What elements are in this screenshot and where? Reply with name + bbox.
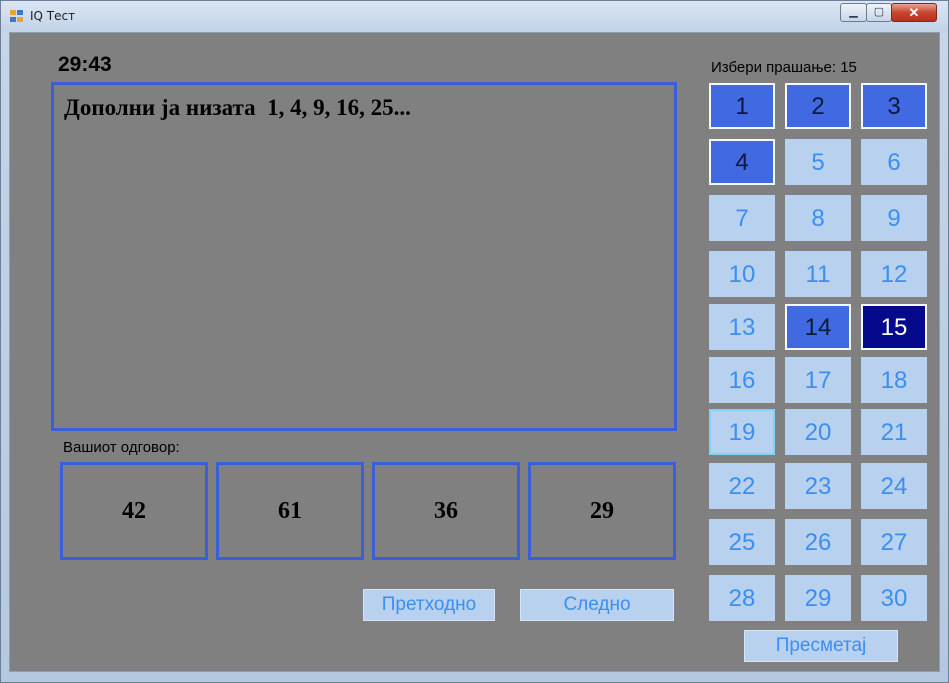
question-button-4[interactable]: 4 (709, 139, 775, 185)
answer-option-1[interactable]: 42 (60, 462, 208, 560)
window-title: IQ Тест (30, 9, 76, 23)
question-button-6[interactable]: 6 (861, 139, 927, 185)
question-button-2[interactable]: 2 (785, 83, 851, 129)
question-button-21[interactable]: 21 (861, 409, 927, 455)
question-button-26[interactable]: 26 (785, 519, 851, 565)
app-icon (10, 10, 23, 22)
question-button-5[interactable]: 5 (785, 139, 851, 185)
question-button-8[interactable]: 8 (785, 195, 851, 241)
answer-option-3[interactable]: 36 (372, 462, 520, 560)
question-selector-label: Избери прашање: 15 (711, 59, 857, 76)
question-button-15[interactable]: 15 (861, 304, 927, 350)
question-button-1[interactable]: 1 (709, 83, 775, 129)
question-button-27[interactable]: 27 (861, 519, 927, 565)
question-button-19[interactable]: 19 (709, 409, 775, 455)
question-button-25[interactable]: 25 (709, 519, 775, 565)
question-button-12[interactable]: 12 (861, 251, 927, 297)
countdown-timer: 29:43 (58, 53, 112, 76)
client-area: 29:43 Дополни ја низата 1, 4, 9, 16, 25.… (9, 32, 940, 672)
minimize-button[interactable]: ▁ (840, 3, 867, 22)
question-button-13[interactable]: 13 (709, 304, 775, 350)
question-button-20[interactable]: 20 (785, 409, 851, 455)
question-button-30[interactable]: 30 (861, 575, 927, 621)
calculate-button[interactable]: Пресметај (744, 630, 898, 662)
maximize-button[interactable]: ▢ (866, 3, 892, 22)
question-button-22[interactable]: 22 (709, 463, 775, 509)
question-button-11[interactable]: 11 (785, 251, 851, 297)
question-button-14[interactable]: 14 (785, 304, 851, 350)
title-bar[interactable]: IQ Тест ▁ ▢ ✕ (1, 1, 948, 31)
question-button-23[interactable]: 23 (785, 463, 851, 509)
question-button-28[interactable]: 28 (709, 575, 775, 621)
app-window: IQ Тест ▁ ▢ ✕ 29:43 Дополни ја низата 1,… (0, 0, 949, 683)
question-text: Дополни ја низата 1, 4, 9, 16, 25... (64, 95, 411, 120)
question-button-18[interactable]: 18 (861, 357, 927, 403)
question-button-7[interactable]: 7 (709, 195, 775, 241)
question-button-9[interactable]: 9 (861, 195, 927, 241)
answer-option-2[interactable]: 61 (216, 462, 364, 560)
close-button[interactable]: ✕ (891, 3, 937, 22)
question-button-16[interactable]: 16 (709, 357, 775, 403)
question-button-3[interactable]: 3 (861, 83, 927, 129)
question-button-29[interactable]: 29 (785, 575, 851, 621)
next-button[interactable]: Следно (520, 589, 674, 621)
answer-option-4[interactable]: 29 (528, 462, 676, 560)
question-button-24[interactable]: 24 (861, 463, 927, 509)
answer-label: Вашиот одговор: (63, 439, 180, 456)
previous-button[interactable]: Претходно (363, 589, 495, 621)
question-button-10[interactable]: 10 (709, 251, 775, 297)
question-button-17[interactable]: 17 (785, 357, 851, 403)
question-panel: Дополни ја низата 1, 4, 9, 16, 25... (51, 82, 677, 431)
